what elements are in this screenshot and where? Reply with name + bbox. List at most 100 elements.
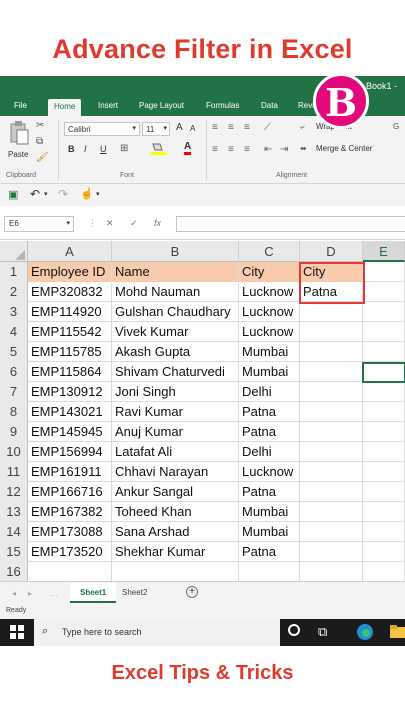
row-header[interactable]: 2 <box>0 282 28 302</box>
copy-icon[interactable]: ⧉ <box>36 136 43 147</box>
cell-c1[interactable]: City <box>239 262 300 282</box>
row-header[interactable]: 12 <box>0 482 28 502</box>
cell-d6[interactable] <box>300 362 363 382</box>
chevron-down-icon[interactable]: ▾ <box>44 190 48 198</box>
row-header[interactable]: 13 <box>0 502 28 522</box>
next-sheet-icon[interactable]: ▸ <box>28 589 32 598</box>
cell-b14[interactable]: Sana Arshad <box>112 522 239 542</box>
cell-e5[interactable] <box>363 342 405 362</box>
cell-a4[interactable]: EMP115542 <box>28 322 112 342</box>
tab-formulas[interactable]: Formulas <box>206 101 239 110</box>
cell-a7[interactable]: EMP130912 <box>28 382 112 402</box>
cell-b7[interactable]: Joni Singh <box>112 382 239 402</box>
cell-d14[interactable] <box>300 522 363 542</box>
cell-e15[interactable] <box>363 542 405 562</box>
insert-function-button[interactable]: fx <box>154 218 161 228</box>
underline-button[interactable]: U <box>100 144 107 154</box>
cell-b4[interactable]: Vivek Kumar <box>112 322 239 342</box>
cell-b9[interactable]: Anuj Kumar <box>112 422 239 442</box>
cortana-icon[interactable] <box>288 624 300 636</box>
tab-page-layout[interactable]: Page Layout <box>139 101 184 110</box>
cell-c9[interactable]: Patna <box>239 422 300 442</box>
cell-a16[interactable] <box>28 562 112 582</box>
cell-b8[interactable]: Ravi Kumar <box>112 402 239 422</box>
row-header[interactable]: 3 <box>0 302 28 322</box>
cell-d8[interactable] <box>300 402 363 422</box>
row-header[interactable]: 6 <box>0 362 28 382</box>
font-size-box[interactable]: 11 ▾ <box>142 122 170 136</box>
row-header[interactable]: 5 <box>0 342 28 362</box>
shrink-font-button[interactable]: A <box>190 124 195 133</box>
cell-d5[interactable] <box>300 342 363 362</box>
cell-c8[interactable]: Patna <box>239 402 300 422</box>
cell-a9[interactable]: EMP145945 <box>28 422 112 442</box>
cell-a3[interactable]: EMP114920 <box>28 302 112 322</box>
paste-icon[interactable] <box>8 120 30 148</box>
name-box[interactable]: E6 ▾ <box>4 216 74 232</box>
cell-c2[interactable]: Lucknow <box>239 282 300 302</box>
taskbar-search-box[interactable]: ⌕ Type here to search <box>34 619 280 646</box>
cell-d3[interactable] <box>300 302 363 322</box>
cut-icon[interactable]: ✂ <box>36 120 44 131</box>
cell-b13[interactable]: Toheed Khan <box>112 502 239 522</box>
file-explorer-icon[interactable] <box>390 623 405 641</box>
tab-data[interactable]: Data <box>261 101 278 110</box>
column-header-a[interactable]: A <box>28 241 112 262</box>
cell-c15[interactable]: Patna <box>239 542 300 562</box>
column-header-e[interactable]: E <box>363 241 405 262</box>
cell-d4[interactable] <box>300 322 363 342</box>
prev-sheet-icon[interactable]: ◂ <box>12 589 16 598</box>
bold-button[interactable]: B <box>68 144 75 154</box>
row-header[interactable]: 9 <box>0 422 28 442</box>
font-name-box[interactable]: Calibri ▾ <box>64 122 140 136</box>
indent-icon[interactable]: ⇤ <box>264 144 272 155</box>
middle-align-icon[interactable]: ≡ <box>228 122 234 133</box>
cell-e4[interactable] <box>363 322 405 342</box>
sheet-tab-sheet2[interactable]: Sheet2 <box>122 588 147 597</box>
cell-b6[interactable]: Shivam Chaturvedi <box>112 362 239 382</box>
save-icon[interactable]: ▣ <box>8 188 18 201</box>
cell-e16[interactable] <box>363 562 405 582</box>
cell-c10[interactable]: Delhi <box>239 442 300 462</box>
cell-d9[interactable] <box>300 422 363 442</box>
row-header[interactable]: 11 <box>0 462 28 482</box>
row-header[interactable]: 15 <box>0 542 28 562</box>
cell-a11[interactable]: EMP161911 <box>28 462 112 482</box>
cell-a1[interactable]: Employee ID <box>28 262 112 282</box>
cell-d13[interactable] <box>300 502 363 522</box>
format-painter-icon[interactable]: 🖌 <box>36 152 49 163</box>
outdent-icon[interactable]: ⇥ <box>280 144 288 155</box>
customize-qat-icon[interactable]: ▾ <box>96 190 100 198</box>
tab-insert[interactable]: Insert <box>98 101 118 110</box>
merge-center-button[interactable]: Merge & Center <box>316 144 372 153</box>
paste-button[interactable]: Paste <box>8 150 28 159</box>
row-header[interactable]: 14 <box>0 522 28 542</box>
tab-file[interactable]: File <box>14 101 27 110</box>
redo-icon[interactable]: ↷ <box>58 187 68 201</box>
cell-b2[interactable]: Mohd Nauman <box>112 282 239 302</box>
column-header-c[interactable]: C <box>239 241 300 262</box>
cell-c12[interactable]: Patna <box>239 482 300 502</box>
font-color-button[interactable]: A <box>184 142 192 155</box>
fill-color-icon[interactable] <box>150 142 168 158</box>
cell-b10[interactable]: Latafat Ali <box>112 442 239 462</box>
cell-a6[interactable]: EMP115864 <box>28 362 112 382</box>
cell-a12[interactable]: EMP166716 <box>28 482 112 502</box>
cell-e2[interactable] <box>363 282 405 302</box>
cell-c3[interactable]: Lucknow <box>239 302 300 322</box>
add-sheet-button[interactable]: + <box>186 586 198 598</box>
cell-a10[interactable]: EMP156994 <box>28 442 112 462</box>
cell-c14[interactable]: Mumbai <box>239 522 300 542</box>
cell-e7[interactable] <box>363 382 405 402</box>
touch-mode-icon[interactable]: ☝ <box>80 187 94 200</box>
formula-input[interactable] <box>176 216 405 232</box>
cell-d12[interactable] <box>300 482 363 502</box>
row-header[interactable]: 16 <box>0 562 28 582</box>
row-header[interactable]: 7 <box>0 382 28 402</box>
cell-d1[interactable]: City <box>300 262 363 282</box>
grow-font-button[interactable]: A <box>176 122 183 133</box>
align-left-icon[interactable]: ≡ <box>212 144 218 155</box>
cancel-icon[interactable]: ✕ <box>106 218 114 229</box>
cell-e6[interactable] <box>363 362 405 382</box>
windows-start-icon[interactable] <box>10 625 24 641</box>
